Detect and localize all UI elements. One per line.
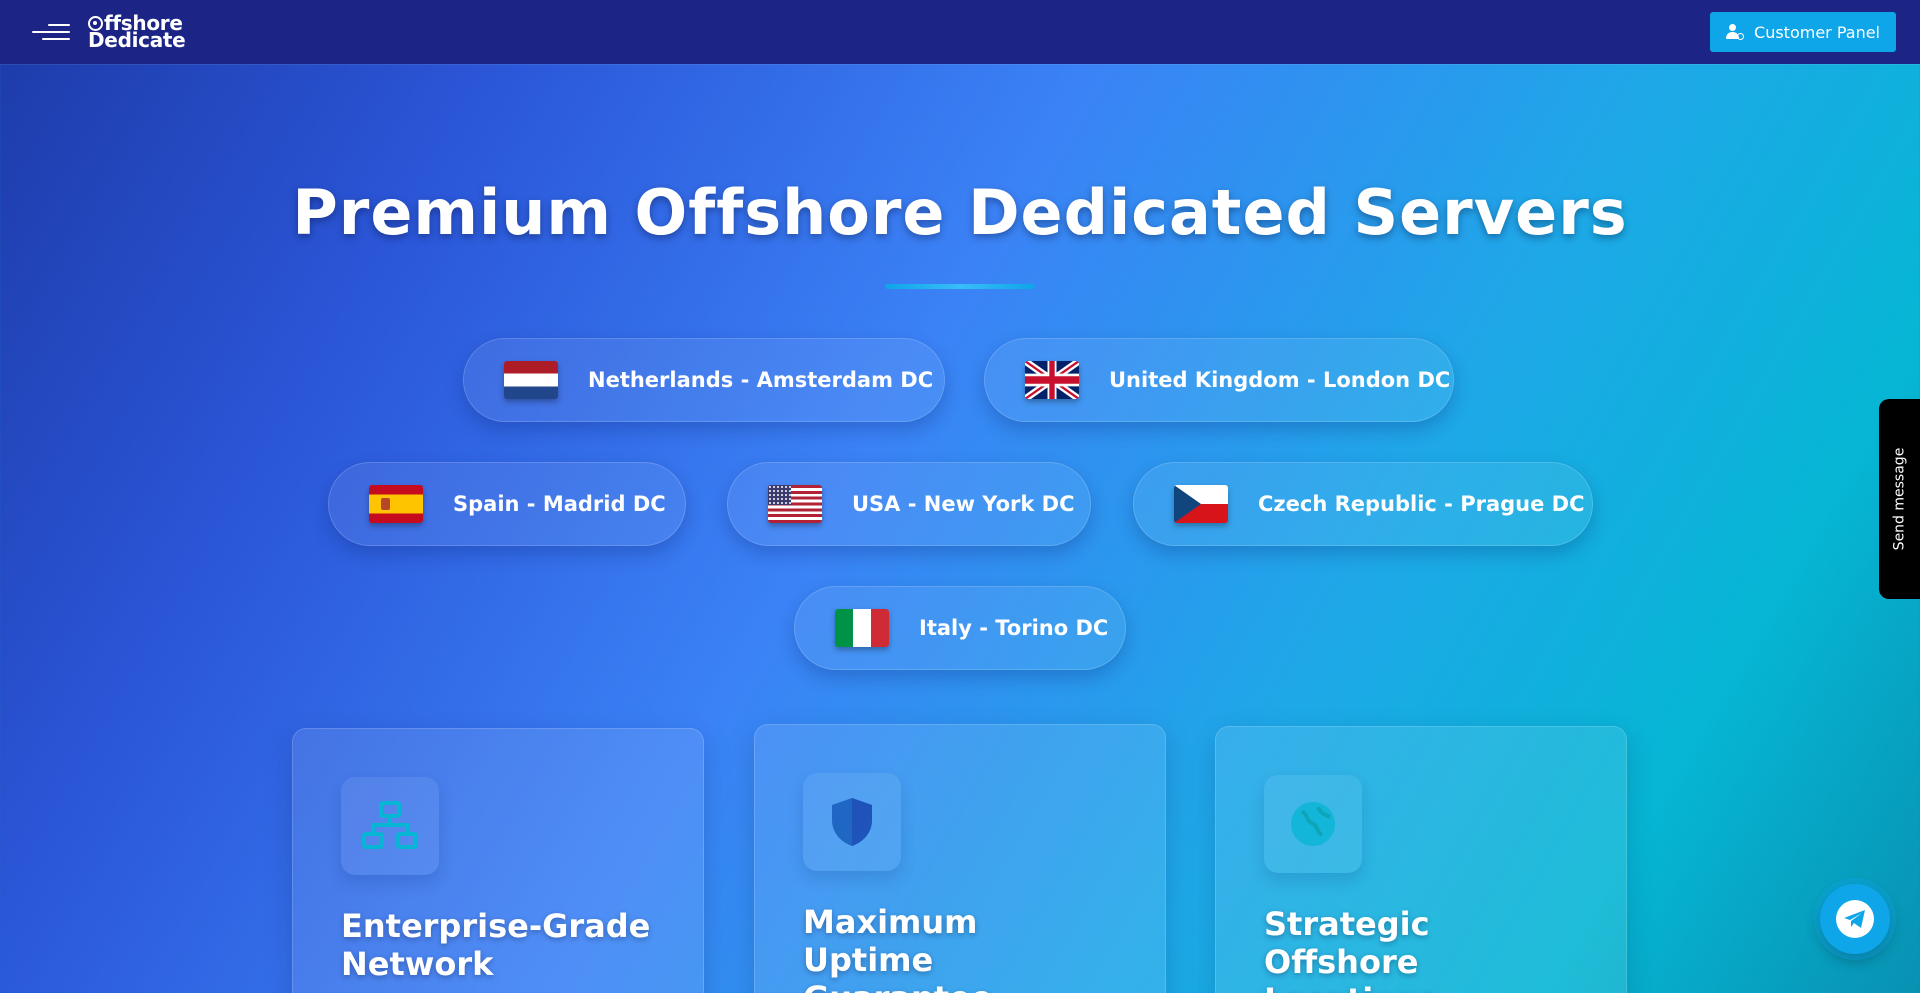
telegram-chat-button[interactable]	[1820, 884, 1890, 954]
logo-text-line2: Dedicate	[88, 28, 186, 52]
send-message-tab[interactable]: Send message	[1879, 399, 1920, 599]
network-icon	[362, 801, 418, 849]
spain-flag-icon	[369, 485, 423, 523]
location-label: Italy - Torino DC	[919, 616, 1109, 640]
location-pill-uk[interactable]: United Kingdom - London DC	[984, 338, 1454, 422]
globe-icon	[1291, 802, 1335, 846]
feature-icon-box	[1264, 775, 1362, 873]
title-underline	[885, 284, 1035, 289]
usa-flag-icon	[768, 485, 822, 523]
feature-card-network: Enterprise-Grade Network	[292, 728, 704, 993]
brand: ffshore Dedicate	[32, 13, 186, 52]
logo-globe-icon	[88, 16, 103, 31]
customer-panel-button[interactable]: Customer Panel	[1710, 12, 1896, 52]
location-label: USA - New York DC	[852, 492, 1075, 516]
location-label: Netherlands - Amsterdam DC	[588, 368, 934, 392]
feature-card-uptime: Maximum Uptime Guarantee	[754, 724, 1166, 993]
page-title: Premium Offshore Dedicated Servers	[292, 176, 1628, 249]
feature-card-locations: Strategic Offshore Locations	[1215, 726, 1627, 993]
site-logo[interactable]: ffshore Dedicate	[88, 13, 186, 52]
customer-panel-label: Customer Panel	[1754, 22, 1880, 42]
location-label: Czech Republic - Prague DC	[1258, 492, 1585, 516]
feature-icon-box	[341, 777, 439, 875]
feature-title: Maximum Uptime Guarantee	[803, 903, 993, 993]
location-pill-spain[interactable]: Spain - Madrid DC	[328, 462, 686, 546]
uk-flag-icon	[1025, 361, 1079, 399]
send-message-label: Send message	[1891, 447, 1908, 551]
feature-title: Enterprise-Grade Network	[341, 907, 651, 983]
location-pill-netherlands[interactable]: Netherlands - Amsterdam DC	[463, 338, 945, 422]
feature-title: Strategic Offshore Locations	[1264, 905, 1437, 993]
shield-icon	[832, 798, 872, 846]
top-navbar: ffshore Dedicate Customer Panel	[0, 0, 1920, 64]
user-gear-icon	[1726, 24, 1745, 40]
netherlands-flag-icon	[504, 361, 558, 399]
location-pill-czech[interactable]: Czech Republic - Prague DC	[1133, 462, 1593, 546]
location-pill-usa[interactable]: USA - New York DC	[727, 462, 1091, 546]
location-label: United Kingdom - London DC	[1109, 368, 1451, 392]
czech-flag-icon	[1174, 485, 1228, 523]
location-pill-italy[interactable]: Italy - Torino DC	[794, 586, 1126, 670]
hamburger-menu-icon[interactable]	[32, 22, 70, 42]
italy-flag-icon	[835, 609, 889, 647]
feature-icon-box	[803, 773, 901, 871]
location-label: Spain - Madrid DC	[453, 492, 666, 516]
telegram-icon	[1836, 900, 1874, 938]
